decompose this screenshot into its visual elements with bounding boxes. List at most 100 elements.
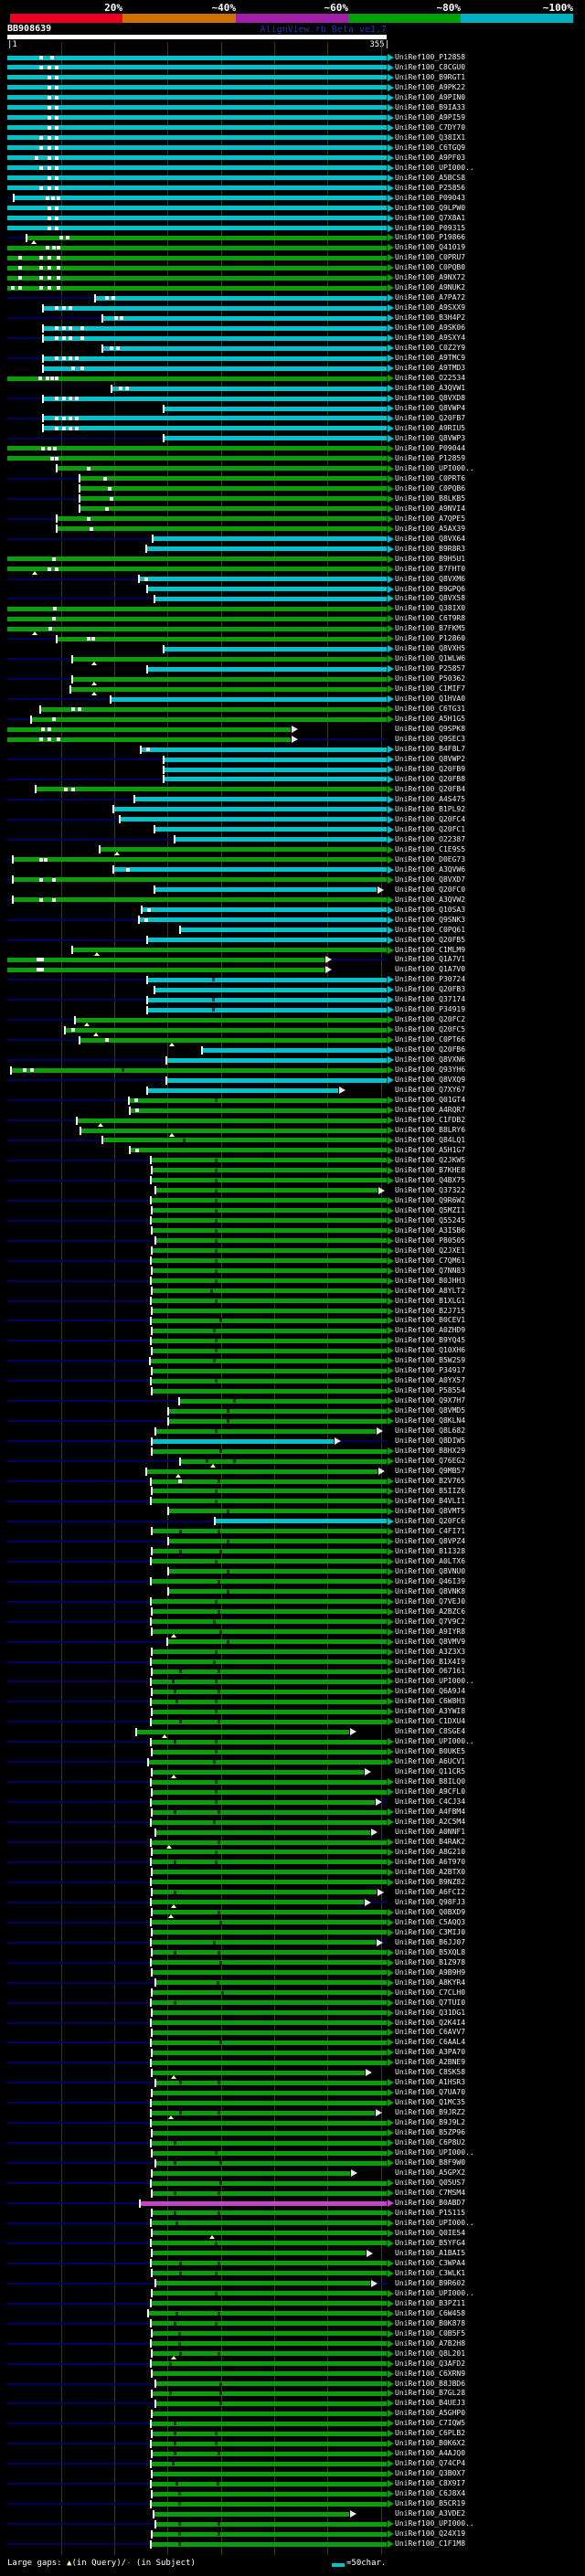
hit-label[interactable]: UniRef100_B4VLI1: [395, 1497, 465, 1505]
alignment-bar[interactable]: [169, 1408, 387, 1414]
alignment-bar[interactable]: [41, 706, 387, 712]
hit-label[interactable]: UniRef100_Q4BX75: [395, 1176, 465, 1184]
alignment-bar[interactable]: [152, 2481, 387, 2486]
hit-label[interactable]: UniRef100_C4FI71: [395, 1527, 465, 1535]
alignment-bar[interactable]: [37, 787, 387, 792]
alignment-bar[interactable]: [7, 135, 387, 141]
hit-label[interactable]: UniRef100_C1DXU4: [395, 1717, 465, 1725]
alignment-bar[interactable]: [114, 867, 387, 873]
alignment-bar[interactable]: [153, 2251, 366, 2256]
alignment-bar[interactable]: [7, 446, 387, 451]
alignment-bar[interactable]: [153, 1910, 387, 1915]
alignment-bar[interactable]: [153, 2431, 387, 2436]
hit-label[interactable]: UniRef100_Q20FC2: [395, 1015, 465, 1023]
hit-label[interactable]: UniRef100_Q0IE54: [395, 2229, 465, 2237]
alignment-bar[interactable]: [152, 1599, 387, 1605]
hit-label[interactable]: UniRef100_Q9X7H7: [395, 1396, 465, 1405]
alignment-bar[interactable]: [167, 1057, 387, 1063]
hit-label[interactable]: UniRef100_A2BNE9: [395, 2058, 465, 2066]
alignment-bar[interactable]: [155, 827, 387, 832]
hit-label[interactable]: UniRef100_Q8VXN6: [395, 1055, 465, 1064]
hit-label[interactable]: UniRef100_Q9SEC3: [395, 735, 465, 743]
hit-label[interactable]: UniRef100_Q20FB6: [395, 1045, 465, 1054]
hit-label[interactable]: UniRef100_A1BAI5: [395, 2249, 465, 2257]
hit-label[interactable]: UniRef100_Q37174: [395, 995, 465, 1003]
alignment-bar[interactable]: [152, 2461, 387, 2466]
alignment-bar[interactable]: [153, 2531, 387, 2537]
hit-label[interactable]: UniRef100_Q9SNK3: [395, 916, 465, 924]
hit-label[interactable]: UniRef100_B5XQL8: [395, 1948, 465, 1956]
alignment-bar[interactable]: [7, 285, 387, 291]
alignment-bar[interactable]: [153, 1709, 387, 1714]
hit-label[interactable]: UniRef100_A0ZHD9: [395, 1326, 465, 1334]
hit-label[interactable]: UniRef100_A5AX39: [395, 525, 465, 533]
hit-label[interactable]: UniRef100_P09315: [395, 224, 465, 232]
hit-label[interactable]: UniRef100_C1MLM9: [395, 946, 465, 954]
hit-label[interactable]: UniRef100_Q1WLW6: [395, 654, 465, 663]
alignment-bar[interactable]: [156, 2080, 387, 2085]
alignment-bar[interactable]: [152, 1559, 387, 1564]
alignment-bar[interactable]: [152, 1258, 387, 1264]
alignment-bar[interactable]: [131, 1108, 387, 1113]
hit-label[interactable]: UniRef100_Q11CR5: [395, 1767, 465, 1776]
alignment-bar[interactable]: [7, 95, 387, 101]
hit-label[interactable]: UniRef100_Q20FB7: [395, 414, 465, 422]
alignment-bar[interactable]: [148, 1007, 387, 1012]
hit-label[interactable]: UniRef100_A1HSR3: [395, 2078, 465, 2086]
alignment-bar[interactable]: [7, 115, 387, 121]
alignment-bar[interactable]: [153, 2010, 387, 2016]
hit-label[interactable]: UniRef100_Q8VPZ4: [395, 1537, 465, 1545]
alignment-bar[interactable]: [153, 2050, 387, 2055]
hit-label[interactable]: UniRef100_Q38IX1: [395, 133, 465, 142]
hit-label[interactable]: UniRef100_Q8VWP2: [395, 755, 465, 763]
hit-label[interactable]: UniRef100_Q24X19: [395, 2529, 465, 2538]
alignment-bar[interactable]: [7, 165, 387, 171]
alignment-bar[interactable]: [66, 1027, 387, 1033]
alignment-bar[interactable]: [153, 2210, 387, 2216]
hit-label[interactable]: UniRef100_B5ZP96: [395, 2128, 465, 2136]
alignment-bar[interactable]: [81, 1128, 387, 1133]
alignment-bar[interactable]: [153, 1990, 387, 1996]
alignment-bar[interactable]: [203, 1047, 387, 1053]
alignment-bar[interactable]: [153, 2390, 387, 2396]
alignment-bar[interactable]: [7, 265, 387, 270]
alignment-bar[interactable]: [180, 1398, 387, 1404]
alignment-bar[interactable]: [153, 1870, 387, 1875]
alignment-bar[interactable]: [152, 1318, 387, 1323]
alignment-bar[interactable]: [152, 1819, 387, 1825]
hit-label[interactable]: UniRef100_C3WPA4: [395, 2259, 465, 2267]
hit-label[interactable]: UniRef100_Q8VXD8: [395, 394, 465, 402]
hit-label[interactable]: UniRef100_Q20FC0: [395, 885, 465, 894]
hit-label[interactable]: UniRef100_Q6A9J4: [395, 1687, 465, 1695]
alignment-bar[interactable]: [152, 2321, 387, 2327]
hit-label[interactable]: UniRef100_P34919: [395, 1005, 465, 1013]
alignment-bar[interactable]: [153, 2130, 387, 2136]
alignment-bar[interactable]: [153, 1268, 387, 1274]
hit-label[interactable]: UniRef100_B1I328: [395, 1547, 465, 1555]
hit-label[interactable]: UniRef100_Q10SA3: [395, 906, 465, 914]
hit-label[interactable]: UniRef100_Q9R6W2: [395, 1196, 465, 1204]
hit-label[interactable]: UniRef100_UPI000..: [395, 2289, 474, 2297]
alignment-bar[interactable]: [153, 2231, 387, 2236]
hit-label[interactable]: UniRef100_B0CEV1: [395, 1316, 465, 1324]
alignment-bar[interactable]: [153, 2491, 387, 2496]
alignment-bar[interactable]: [153, 1208, 387, 1214]
hit-label[interactable]: UniRef100_P09044: [395, 444, 465, 452]
hit-label[interactable]: UniRef100_A5GPX2: [395, 2168, 465, 2177]
hit-label[interactable]: UniRef100_B9NZ82: [395, 1878, 465, 1886]
alignment-bar[interactable]: [165, 767, 387, 772]
hit-label[interactable]: UniRef100_UPI000..: [395, 2219, 474, 2227]
hit-label[interactable]: UniRef100_A0NNF1: [395, 1828, 465, 1836]
alignment-bar[interactable]: [153, 2090, 387, 2095]
alignment-bar[interactable]: [153, 1529, 387, 1534]
alignment-bar[interactable]: [7, 616, 387, 621]
alignment-bar[interactable]: [80, 496, 387, 502]
hit-label[interactable]: UniRef100_B2V765: [395, 1477, 465, 1485]
alignment-bar[interactable]: [169, 1418, 387, 1424]
hit-label[interactable]: UniRef100_Q8VWP3: [395, 434, 465, 442]
alignment-bar[interactable]: [154, 2511, 349, 2517]
hit-label[interactable]: UniRef100_B7FKM5: [395, 624, 465, 632]
hit-label[interactable]: UniRef100_B6JJ07: [395, 1938, 465, 1946]
hit-label[interactable]: UniRef100_A9TMC9: [395, 354, 465, 362]
alignment-bar[interactable]: [73, 676, 387, 682]
